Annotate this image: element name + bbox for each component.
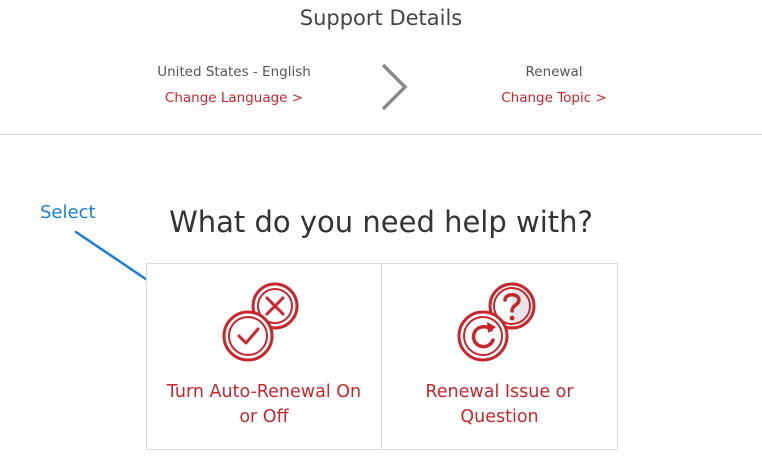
option-renewal-issue[interactable]: Renewal Issue or Question — [382, 263, 618, 450]
option-cards: Turn Auto-Renewal On or Off Renewal Issu… — [146, 263, 618, 450]
check-x-icon — [217, 280, 307, 368]
change-language-link[interactable]: Change Language > — [134, 90, 334, 106]
breadcrumb-topic: Renewal Change Topic > — [454, 64, 654, 106]
option-auto-renewal[interactable]: Turn Auto-Renewal On or Off — [146, 263, 382, 450]
page-title: Support Details — [299, 6, 463, 30]
topic-label: Renewal — [525, 64, 583, 80]
option-renewal-issue-label: Renewal Issue or Question — [425, 382, 574, 427]
support-page: Support Details United States - English … — [0, 0, 762, 456]
refresh-question-icon — [452, 280, 542, 368]
chevron-right-icon — [378, 62, 410, 116]
option-auto-renewal-label: Turn Auto-Renewal On or Off — [166, 382, 362, 427]
header-divider — [0, 134, 762, 135]
breadcrumb-language: United States - English Change Language … — [134, 64, 334, 106]
change-topic-link[interactable]: Change Topic > — [454, 90, 654, 106]
help-question-heading: What do you need help with? — [169, 205, 593, 239]
language-label: United States - English — [157, 64, 311, 80]
